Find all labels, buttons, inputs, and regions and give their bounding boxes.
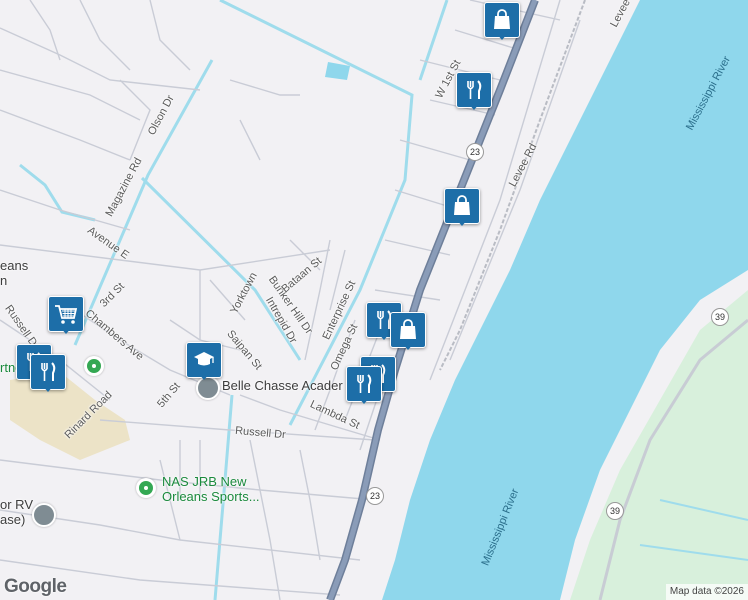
marker-tip: [358, 397, 370, 404]
fork-knife-icon: [357, 374, 372, 393]
city-label-line1: eans: [0, 258, 29, 273]
nas-sports-label[interactable]: NAS JRB New Orleans Sports...: [162, 474, 260, 504]
marker-tip: [456, 219, 468, 226]
rv-place-pin[interactable]: [32, 503, 56, 527]
hwy-39-shield-top: 39: [711, 308, 729, 326]
shopping-bag-icon: [400, 319, 416, 339]
restaurant-marker[interactable]: [456, 72, 492, 112]
hwy-23-shield-bottom: 23: [366, 487, 384, 505]
marker-tip: [496, 33, 508, 40]
google-logo: Google: [4, 576, 67, 597]
hwy-39-shield-bottom: 39: [606, 502, 624, 520]
city-label-line2: n: [0, 273, 8, 288]
shopping-marker[interactable]: [390, 312, 426, 352]
shopping-bag-icon: [454, 195, 470, 215]
map-attribution[interactable]: Map data ©2026: [665, 584, 748, 600]
marker-tip: [468, 103, 480, 110]
school-marker[interactable]: [186, 342, 222, 382]
hwy-23-shield-top: 23: [466, 143, 484, 161]
marker-tip: [60, 327, 72, 334]
nas-label-line2: Orleans Sports...: [162, 489, 260, 504]
restaurant-marker[interactable]: [346, 366, 382, 406]
shopping-marker[interactable]: [484, 2, 520, 42]
shopping-cart-icon: [55, 305, 78, 324]
shopping-marker[interactable]: [444, 188, 480, 228]
nas-sports-pin[interactable]: [136, 478, 156, 498]
shopping-bag-icon: [494, 9, 510, 29]
rv-label: or RV ase): [0, 497, 33, 527]
pond: [325, 62, 350, 80]
grocery-marker[interactable]: [48, 296, 84, 336]
city-label: eans n: [0, 258, 28, 288]
restaurant-marker[interactable]: [30, 354, 66, 394]
marker-tip: [402, 343, 414, 350]
marker-tip: [42, 385, 54, 392]
marker-tip: [378, 333, 390, 340]
rv-label-line2: ase): [0, 512, 26, 527]
academy-label[interactable]: Belle Chasse Acader: [222, 378, 343, 393]
fork-knife-icon: [41, 362, 56, 381]
graduation-cap-icon: [194, 352, 214, 366]
campus-area: [10, 372, 130, 460]
park-pin[interactable]: [84, 356, 104, 376]
fork-knife-icon: [467, 80, 482, 99]
map-canvas[interactable]: W 1st St Levee Levee Rd Olson Dr Magazin…: [0, 0, 748, 600]
rv-label-line1: or RV: [0, 497, 33, 512]
marker-tip: [198, 373, 210, 380]
nas-label-line1: NAS JRB New: [162, 474, 247, 489]
